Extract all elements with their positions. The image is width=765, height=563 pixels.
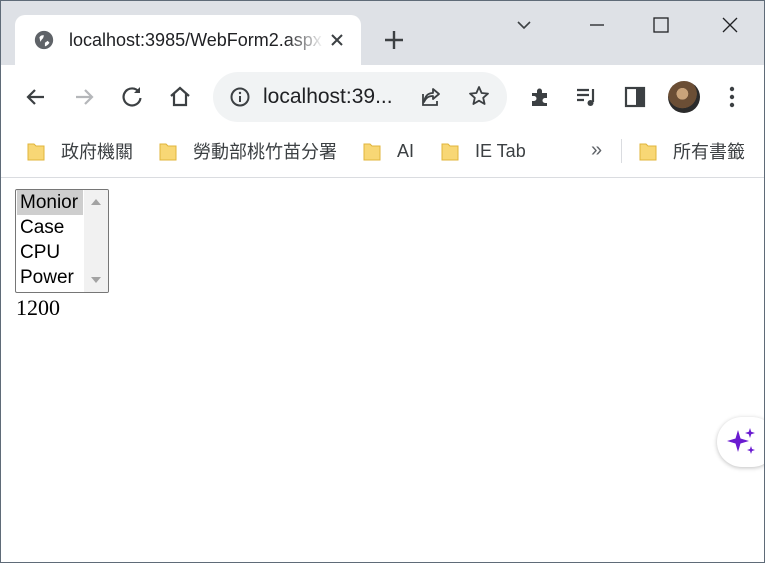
- listbox-option[interactable]: Case: [17, 215, 83, 240]
- extensions-puzzle-icon[interactable]: [527, 84, 553, 110]
- product-listbox[interactable]: Monior Case CPU Power: [15, 189, 109, 293]
- title-bar: localhost:3985/WebForm2.aspx: [1, 1, 764, 65]
- toolbar: localhost:39...: [1, 65, 764, 129]
- listbox-option[interactable]: CPU: [17, 240, 83, 265]
- more-menu-icon[interactable]: [719, 84, 745, 110]
- info-icon[interactable]: [229, 86, 251, 108]
- profile-avatar[interactable]: [668, 81, 700, 113]
- bookmark-folder-labor[interactable]: 勞動部桃竹苗分署: [159, 137, 337, 165]
- folder-icon: [639, 143, 657, 161]
- new-tab-icon[interactable]: [383, 29, 405, 51]
- folder-icon: [363, 143, 381, 161]
- all-bookmarks-label: 所有書籤: [673, 142, 745, 162]
- media-controls-icon[interactable]: [574, 84, 600, 110]
- bookmarks-divider: [621, 139, 622, 163]
- tab-search-chevron-icon[interactable]: [514, 15, 534, 35]
- url-text: localhost:39...: [263, 85, 393, 108]
- tab-title: localhost:3985/WebForm2.aspx: [69, 30, 322, 50]
- bookmark-star-icon[interactable]: [467, 84, 491, 108]
- bookmarks-overflow-chevron[interactable]: »: [591, 139, 602, 162]
- browser-window: localhost:3985/WebForm2.aspx localhost:3…: [0, 0, 765, 563]
- bookmark-label: IE Tab: [475, 140, 526, 161]
- back-arrow-icon[interactable]: [23, 84, 49, 110]
- minimize-icon[interactable]: [587, 15, 607, 35]
- forward-arrow-icon[interactable]: [71, 84, 97, 110]
- address-bar[interactable]: localhost:39...: [213, 72, 507, 122]
- close-tab-icon[interactable]: [327, 30, 347, 50]
- side-panel-icon[interactable]: [622, 84, 648, 110]
- globe-icon: [34, 30, 54, 50]
- bookmark-folder-government[interactable]: 政府機關: [27, 137, 133, 165]
- sparkle-icon: [727, 428, 755, 454]
- price-value: 1200: [16, 295, 60, 320]
- all-bookmarks-folder[interactable]: 所有書籤: [639, 137, 745, 165]
- home-icon[interactable]: [167, 84, 193, 110]
- bookmark-folder-ai[interactable]: AI: [363, 137, 414, 165]
- scroll-up-arrow-icon[interactable]: [91, 199, 101, 205]
- folder-icon: [441, 143, 459, 161]
- close-window-icon[interactable]: [720, 15, 740, 35]
- folder-icon: [27, 143, 45, 161]
- reload-icon[interactable]: [119, 84, 145, 110]
- listbox-option[interactable]: Power: [17, 265, 83, 290]
- page-content: Monior Case CPU Power 1200: [1, 178, 764, 562]
- bookmark-label: AI: [397, 140, 415, 161]
- active-tab[interactable]: localhost:3985/WebForm2.aspx: [15, 15, 361, 65]
- ai-assist-button[interactable]: [717, 417, 764, 467]
- bookmark-folder-ie-tab[interactable]: IE Tab: [441, 137, 526, 165]
- listbox-option-selected[interactable]: Monior: [17, 190, 83, 215]
- bookmark-label: 勞動部桃竹苗分署: [193, 142, 337, 162]
- bookmark-label: 政府機關: [61, 142, 133, 162]
- listbox-scrollbar[interactable]: [84, 190, 108, 292]
- folder-icon: [159, 143, 177, 161]
- share-icon[interactable]: [419, 85, 443, 109]
- bookmarks-bar: 政府機關 勞動部桃竹苗分署 AI IE Tab » 所有書籤: [1, 129, 764, 178]
- scroll-down-arrow-icon[interactable]: [91, 277, 101, 283]
- maximize-icon[interactable]: [651, 15, 671, 35]
